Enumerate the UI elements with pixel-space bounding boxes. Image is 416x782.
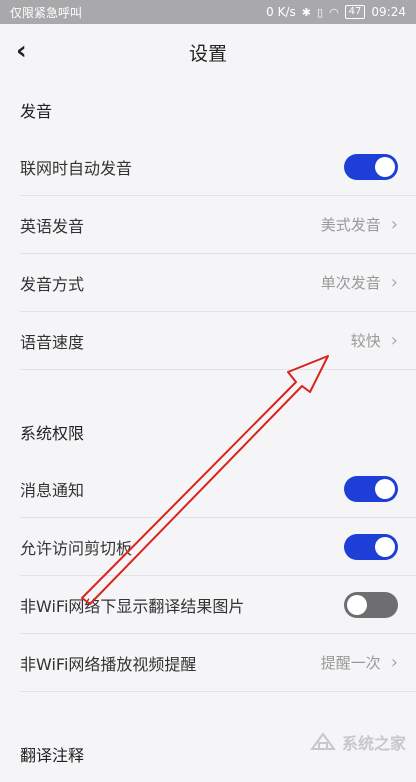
back-chevron-icon[interactable]: ‹ [16,38,36,66]
setting-english-pronunciation[interactable]: 英语发音 美式发音 › [20,196,416,254]
setting-label: 非WiFi网络播放视频提醒 [20,654,197,674]
setting-non-wifi-video[interactable]: 非WiFi网络播放视频提醒 提醒一次 › [20,634,416,692]
toggle-knob [375,156,395,177]
clipboard-toggle[interactable] [344,533,398,560]
clock: 09:24 [371,5,406,19]
setting-pronounce-mode[interactable]: 发音方式 单次发音 › [20,254,416,312]
section-header-pronunciation: 发音 [20,102,53,121]
notifications-toggle[interactable] [344,475,398,502]
setting-value: 美式发音 [320,216,381,234]
setting-label: 消息通知 [20,480,85,500]
status-icons: 0 K/s ✱ ▯ ◠ 47 09:24 [266,5,406,19]
chevron-right-icon: › [390,272,398,293]
setting-label: 联网时自动发音 [20,158,133,178]
toggle-knob [375,536,395,557]
settings-list: 发音 联网时自动发音 英语发音 美式发音 › 发音方式 单次发音 › 语音速度 … [0,80,416,782]
auto-pronounce-toggle[interactable] [344,153,398,180]
nav-bar: ‹ 设置 [0,24,416,80]
setting-label: 发音方式 [20,274,85,294]
page-title: 设置 [188,42,227,65]
vibrate-icon: ▯ [317,5,324,19]
setting-clipboard[interactable]: 允许访问剪切板 [20,518,416,576]
battery-icon: 47 [344,5,366,19]
setting-value: 提醒一次 [320,654,381,672]
carrier-text: 仅限紧急呼叫 [10,5,83,20]
setting-auto-pronounce[interactable]: 联网时自动发音 [20,138,416,196]
toggle-knob [347,594,367,615]
setting-label: 英语发音 [20,216,85,236]
chevron-right-icon: › [390,214,398,235]
status-bar: 仅限紧急呼叫 0 K/s ✱ ▯ ◠ 47 09:24 [0,0,416,24]
setting-label: 非WiFi网络下显示翻译结果图片 [20,596,245,616]
setting-notifications[interactable]: 消息通知 [20,460,416,518]
network-speed: 0 K/s [266,5,296,19]
watermark-logo-icon [310,732,336,750]
chevron-right-icon: › [390,652,398,673]
setting-value: 较快 [350,332,381,350]
non-wifi-images-toggle[interactable] [344,591,398,618]
chevron-right-icon: › [390,330,398,351]
setting-non-wifi-images[interactable]: 非WiFi网络下显示翻译结果图片 [20,576,416,634]
watermark: 系统之家 [310,730,406,754]
setting-value: 单次发音 [320,274,381,292]
watermark-text: 系统之家 [341,734,406,753]
section-header-permissions: 系统权限 [20,424,85,443]
bluetooth-icon: ✱ [301,5,311,19]
setting-label: 语音速度 [20,332,85,352]
toggle-knob [375,478,395,499]
wifi-icon: ◠ [329,5,339,19]
setting-label: 允许访问剪切板 [20,538,133,558]
setting-speech-speed[interactable]: 语音速度 较快 › [20,312,416,370]
